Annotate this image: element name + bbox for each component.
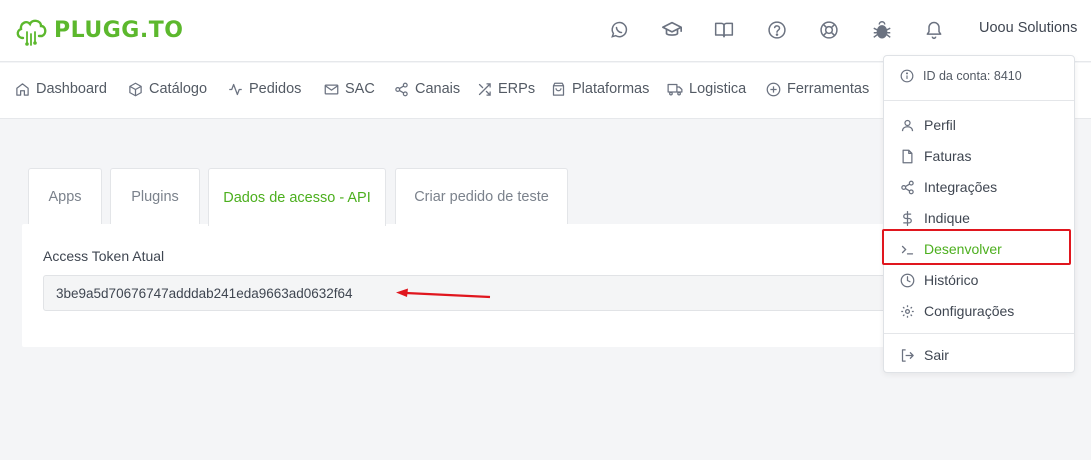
nav-item-catalogo[interactable]: Catálogo bbox=[128, 81, 207, 97]
tab-criar-pedido-de-teste[interactable]: Criar pedido de teste bbox=[395, 168, 568, 225]
bell-icon[interactable] bbox=[921, 17, 947, 43]
tab-plugins[interactable]: Plugins bbox=[110, 168, 200, 225]
account-id: ID da conta: 8410 bbox=[900, 69, 1022, 83]
tab-label: Apps bbox=[48, 189, 82, 205]
bug-icon[interactable] bbox=[869, 17, 895, 43]
nav-item-label: Dashboard bbox=[36, 81, 107, 97]
whatsapp-icon[interactable] bbox=[606, 17, 632, 43]
nav-item-erps[interactable]: ERPs bbox=[477, 81, 535, 97]
nav-item-label: Pedidos bbox=[249, 81, 302, 97]
highlight-annotation-box bbox=[882, 229, 1071, 265]
nav-item-plataformas[interactable]: Plataformas bbox=[551, 81, 649, 97]
tab-label: Criar pedido de teste bbox=[414, 189, 549, 205]
menu-item-label: Histórico bbox=[924, 272, 979, 288]
nav-item-label: SAC bbox=[345, 81, 375, 97]
life-buoy-icon[interactable] bbox=[816, 17, 842, 43]
menu-item-label: Indique bbox=[924, 210, 970, 226]
graduation-cap-icon[interactable] bbox=[659, 17, 685, 43]
arrow-annotation-icon bbox=[396, 288, 491, 299]
menu-item-indique[interactable]: Indique bbox=[900, 210, 970, 226]
account-id-text: ID da conta: 8410 bbox=[923, 69, 1022, 83]
settings-icon bbox=[901, 304, 914, 318]
tab-dados-de-acesso-api[interactable]: Dados de acesso - API bbox=[208, 168, 386, 226]
box-icon bbox=[129, 82, 142, 96]
nav-item-label: Canais bbox=[415, 81, 461, 97]
access-token-label: Access Token Atual bbox=[43, 248, 165, 264]
nav-item-canais[interactable]: Canais bbox=[394, 81, 460, 97]
brand-logo[interactable]: PLUGG.TO bbox=[14, 12, 183, 48]
menu-item-sair[interactable]: Sair bbox=[900, 347, 949, 363]
nav-item-label: ERPs bbox=[498, 81, 536, 97]
menu-divider bbox=[884, 100, 1074, 101]
share-icon bbox=[395, 82, 408, 96]
activity-icon bbox=[229, 83, 242, 95]
nav-item-logistica[interactable]: Logistica bbox=[667, 81, 746, 97]
truck-icon bbox=[667, 83, 683, 95]
nav-item-label: Plataformas bbox=[572, 81, 650, 97]
menu-item-label: Configurações bbox=[924, 303, 1015, 319]
menu-item-label: Perfil bbox=[924, 117, 956, 133]
dollar-icon bbox=[903, 210, 912, 226]
help-circle-icon[interactable] bbox=[764, 17, 790, 43]
tab-apps[interactable]: Apps bbox=[28, 168, 102, 225]
nav-item-label: Ferramentas bbox=[787, 81, 870, 97]
log-out-icon bbox=[901, 348, 914, 362]
menu-item-faturas[interactable]: Faturas bbox=[900, 148, 971, 164]
menu-item-label: Faturas bbox=[924, 148, 972, 164]
shuffle-icon bbox=[478, 82, 491, 96]
nav-item-ferramentas[interactable]: Ferramentas bbox=[766, 81, 869, 97]
plus-circle-icon bbox=[766, 82, 781, 96]
menu-item-integracoes[interactable]: Integrações bbox=[900, 179, 997, 195]
menu-item-label: Sair bbox=[924, 347, 949, 363]
nav-item-label: Logistica bbox=[689, 81, 747, 97]
mail-icon bbox=[324, 84, 339, 94]
user-dropdown-menu: ID da conta: 8410 Perfil Faturas Integra… bbox=[883, 55, 1075, 373]
shopping-bag-icon bbox=[552, 82, 565, 96]
menu-item-perfil[interactable]: Perfil bbox=[900, 117, 956, 133]
user-icon bbox=[901, 119, 914, 131]
user-menu-toggle[interactable]: Uoou Solutions bbox=[979, 20, 1077, 36]
brand-name: PLUGG.TO bbox=[54, 17, 184, 43]
menu-item-historico[interactable]: Histórico bbox=[900, 272, 978, 288]
menu-item-configuracoes[interactable]: Configurações bbox=[900, 303, 1014, 319]
top-bar: PLUGG.TO Uoou Solutions bbox=[0, 0, 1091, 62]
info-icon bbox=[900, 69, 914, 83]
nav-item-pedidos[interactable]: Pedidos bbox=[228, 81, 301, 97]
tab-label: Plugins bbox=[131, 189, 179, 205]
menu-divider bbox=[884, 333, 1074, 334]
home-icon bbox=[16, 82, 29, 96]
nav-item-sac[interactable]: SAC bbox=[324, 81, 375, 97]
share-icon bbox=[901, 180, 914, 194]
nav-item-dashboard[interactable]: Dashboard bbox=[15, 81, 107, 97]
nav-item-label: Catálogo bbox=[149, 81, 208, 97]
menu-item-label: Integrações bbox=[924, 179, 998, 195]
file-icon bbox=[902, 149, 913, 163]
cloud-logo-icon bbox=[16, 19, 47, 46]
tab-label: Dados de acesso - API bbox=[223, 189, 371, 206]
clock-icon bbox=[900, 273, 915, 287]
book-open-icon[interactable] bbox=[711, 17, 737, 43]
